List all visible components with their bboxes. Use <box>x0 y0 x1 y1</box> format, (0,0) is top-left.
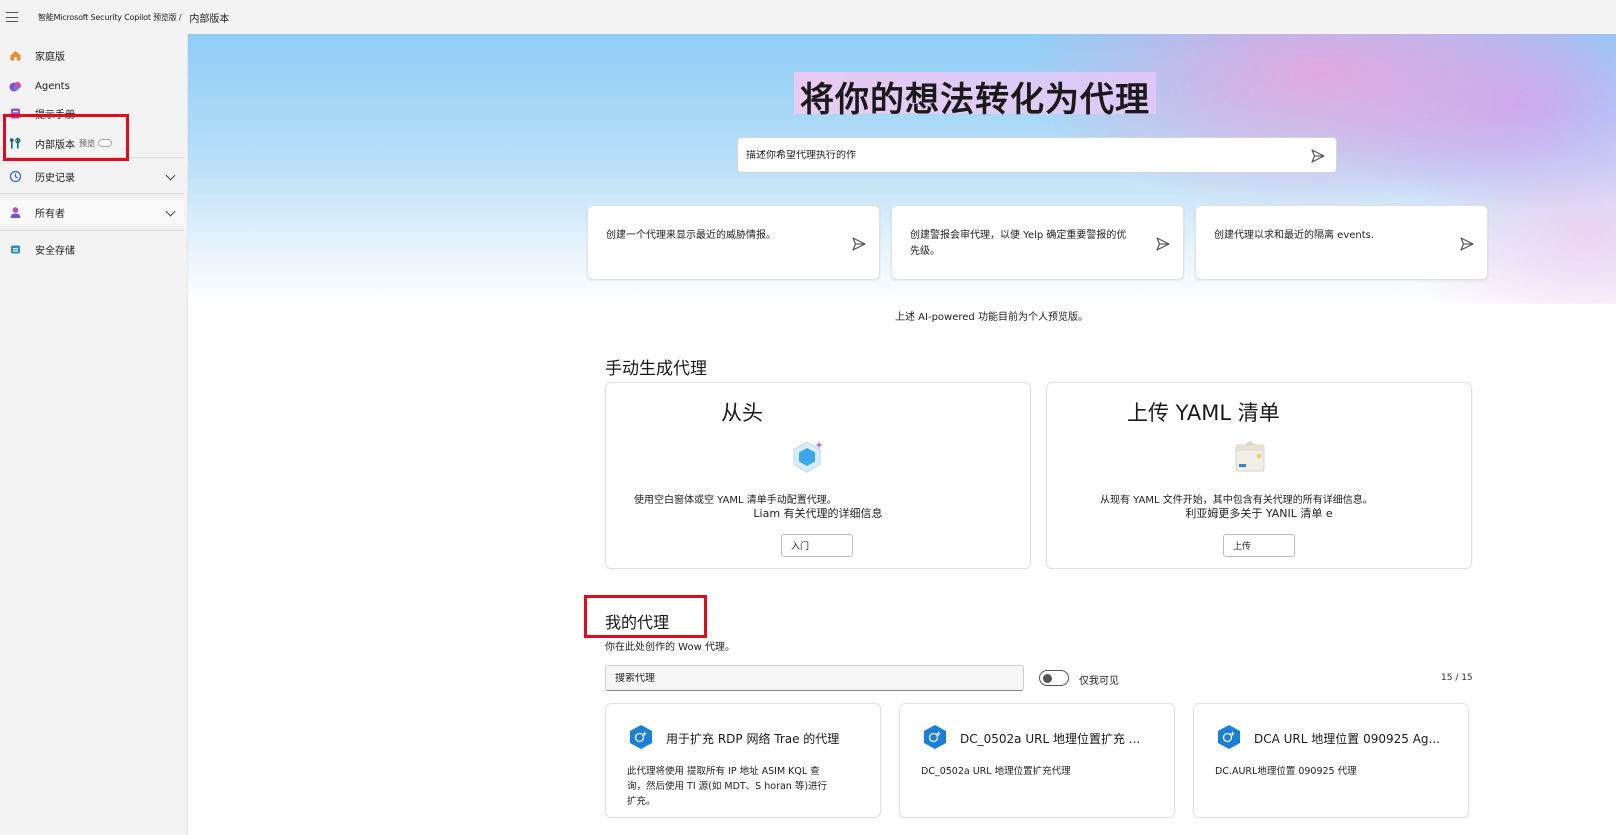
get-started-button[interactable]: 入门 <box>781 534 853 557</box>
suggestion-card[interactable]: 创建代理以求和最近的隔离 events. <box>1195 205 1488 280</box>
breadcrumb-current: 内部版本 <box>189 13 230 25</box>
top-bar: 智能Microsoft Security Copilot 预览版 / 内部版本 <box>0 0 1616 34</box>
agent-name: DC_0502a URL 地理位置扩充 ... <box>960 732 1141 746</box>
owner-icon <box>9 206 22 219</box>
only-me-toggle[interactable] <box>1039 670 1069 686</box>
sidebar-item-owner[interactable]: 所有者 <box>0 200 184 224</box>
agent-count: 15 / 15 <box>1441 673 1473 683</box>
app-brand[interactable]: 智能Microsoft Security Copilot 预览版 / <box>38 12 182 23</box>
agent-card[interactable]: DCA URL 地理位置 090925 Ag... DC.AURL地理位置 09… <box>1193 703 1469 818</box>
send-icon[interactable] <box>1310 148 1326 164</box>
send-icon[interactable] <box>1155 236 1171 252</box>
only-me-label: 仅我可见 <box>1079 676 1119 687</box>
suggestion-card[interactable]: 创建警报会审代理，以便 Yelp 确定重要警报的优先级。 <box>891 205 1184 280</box>
toggle-knob <box>1043 673 1052 683</box>
agent-description: DC.AURL地理位置 090925 代理 <box>1215 766 1357 777</box>
upload-yaml-title: 上传 YAML 清单 <box>1127 401 1280 425</box>
home-icon <box>9 49 22 62</box>
suggestion-text: 创建警报会审代理，以便 Yelp 确定重要警报的优先级。 <box>910 230 1127 257</box>
search-agents-input[interactable] <box>615 672 995 684</box>
sidebar-item-label: Agents <box>35 80 70 92</box>
upload-yaml-card: 上传 YAML 清单 从现有 YAML 文件开始，其中包含有关代理的所有详细信息… <box>1046 382 1472 569</box>
agent-card[interactable]: DC_0502a URL 地理位置扩充 ... DC_0502a URL 地理位… <box>899 703 1175 818</box>
agent-card[interactable]: 用于扩充 RDP 网络 Trae 的代理 此代理将使用 提取所有 IP 地址 A… <box>605 703 881 818</box>
agents-icon <box>9 80 22 93</box>
sidebar-item-home[interactable]: 家庭版 <box>0 43 184 67</box>
upload-yaml-desc: 从现有 YAML 文件开始，其中包含有关代理的所有详细信息。 <box>1100 495 1373 506</box>
agent-name: DCA URL 地理位置 090925 Ag... <box>1254 732 1440 746</box>
sidebar-item-history[interactable]: 历史记录 <box>0 164 184 188</box>
sidebar-item-storage[interactable]: 安全存储 <box>0 237 184 261</box>
my-agents-subtitle: 你在此处创作的 Wow 代理。 <box>605 642 735 653</box>
sidebar-item-label: 历史记录 <box>35 172 75 184</box>
package-file-icon <box>1235 441 1265 472</box>
agent-description: 此代理将使用 提取所有 IP 地址 ASIM KQL 查询，然后使用 TI 源(… <box>627 766 828 807</box>
from-scratch-title: 从头 <box>721 401 763 425</box>
agent-prompt-box[interactable] <box>737 137 1337 173</box>
send-icon[interactable] <box>851 236 867 252</box>
hexagon-spark-icon <box>793 441 823 473</box>
manual-build-heading: 手动生成代理 <box>605 359 707 379</box>
my-agents-heading: 我的代理 <box>605 613 670 632</box>
chevron-down-icon[interactable] <box>165 206 176 217</box>
storage-icon <box>9 243 22 256</box>
sidebar-item-label: 家庭版 <box>35 51 65 63</box>
sidebar-divider <box>0 193 184 194</box>
agent-hexagon-icon <box>924 725 946 749</box>
chevron-down-icon[interactable] <box>165 170 176 181</box>
agent-name: 用于扩充 RDP 网络 Trae 的代理 <box>666 732 840 746</box>
suggestion-text: 创建一个代理来显示最近的威胁情报。 <box>606 230 776 241</box>
ai-preview-note: 上述 AI-powered 功能目前为个人预览版。 <box>895 312 1088 323</box>
search-agents-box[interactable] <box>605 665 1024 691</box>
from-scratch-card: 从头 使用空白窗体或空 YAML 清单手动配置代理。 Liam 有关代理的详细信… <box>605 382 1031 569</box>
upload-button[interactable]: 上传 <box>1223 534 1295 557</box>
suggestion-card[interactable]: 创建一个代理来显示最近的威胁情报。 <box>587 205 880 280</box>
history-icon <box>9 170 22 183</box>
highlight-box-build <box>3 114 129 161</box>
sidebar-item-agents[interactable]: Agents <box>0 74 184 98</box>
sidebar-divider <box>0 230 184 231</box>
agent-hexagon-icon <box>1218 725 1240 749</box>
agent-hexagon-icon <box>630 725 652 749</box>
agent-description: DC_0502a URL 地理位置扩充代理 <box>921 766 1071 777</box>
hamburger-menu-icon[interactable] <box>6 12 18 22</box>
hero-title: 将你的想法转化为代理 <box>794 72 1156 120</box>
send-icon[interactable] <box>1459 236 1475 252</box>
from-scratch-desc: 使用空白窗体或空 YAML 清单手动配置代理。 <box>634 495 837 506</box>
sidebar-item-label: 所有者 <box>35 208 65 220</box>
sidebar-item-label: 安全存储 <box>35 245 75 257</box>
agent-prompt-input[interactable] <box>746 149 1286 161</box>
from-scratch-learn-more[interactable]: Liam 有关代理的详细信息 <box>606 505 1030 521</box>
suggestion-text: 创建代理以求和最近的隔离 events. <box>1214 230 1375 241</box>
upload-yaml-learn-more[interactable]: 利亚姆更多关于 YANIL 清单 e <box>1047 505 1471 521</box>
